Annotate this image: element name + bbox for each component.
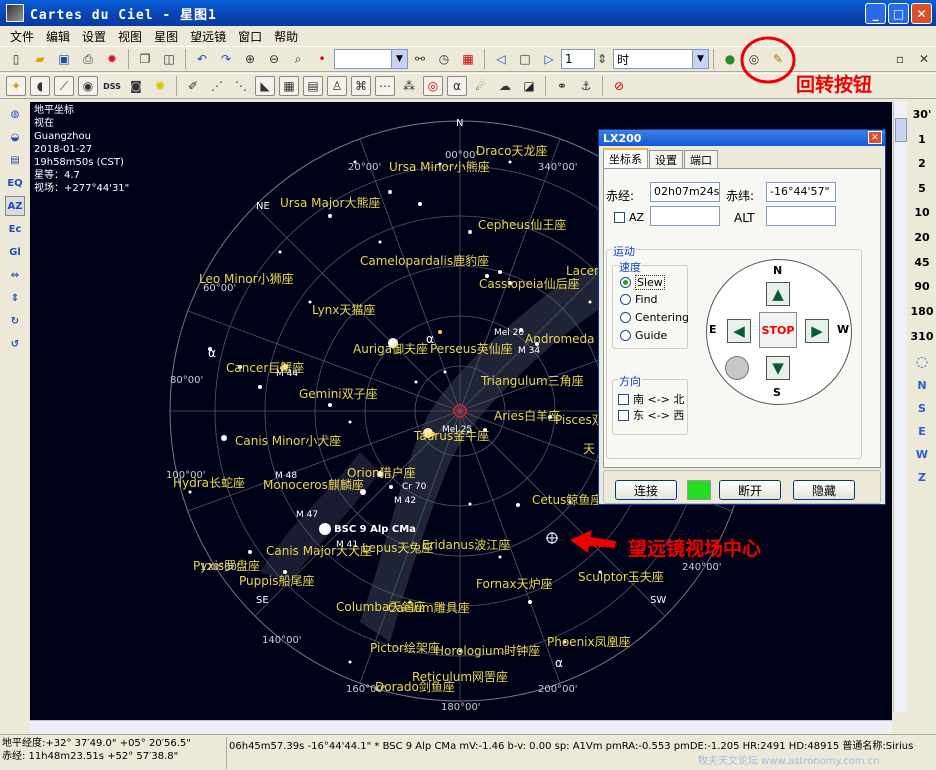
watermark: 牧夫天文论坛 www.astronomy.com.cn bbox=[698, 756, 880, 767]
annotation-overlay bbox=[570, 36, 796, 553]
scope-center-annotation: 望远镜视场中心 bbox=[628, 538, 762, 560]
status-coordinates: 地平经度:+32° 37′49.0" +05° 20′56.5" 赤经: 11h… bbox=[2, 738, 191, 762]
rotate-button-annotation: 回转按钮 bbox=[796, 74, 873, 96]
